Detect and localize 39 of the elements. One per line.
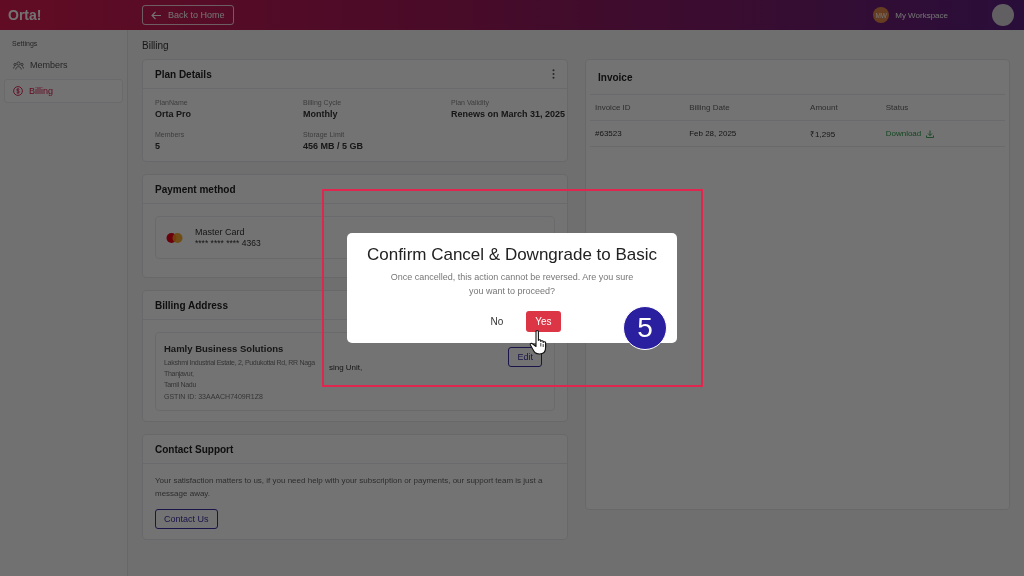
field-value: 456 MB / 5 GB [303,141,365,151]
card-number: **** **** **** 4363 [195,238,261,248]
workspace-name[interactable]: My Workspace [895,10,948,20]
field-value: Monthly [303,109,339,119]
back-to-home-button[interactable]: Back to Home [142,5,234,25]
column-header: Status [880,94,1005,121]
table-cell: #63523 [590,120,685,147]
table-cell: Feb 28, 2025 [684,120,806,147]
confirm-button[interactable]: Yes [526,311,561,332]
contact-us-button[interactable]: Contact Us [155,509,218,529]
card-title: Billing Address [155,299,228,311]
download-link[interactable]: Download [885,129,935,138]
card-name: Master Card [195,227,246,237]
page-title: Billing [142,40,169,51]
dialog-message: Once cancelled, this action cannot be reversed. Are you sure you want to proceed? [389,271,635,298]
table-cell: ₹1,295 [805,120,881,147]
app-logo[interactable]: Orta! [8,7,142,23]
field-value: 5 [155,141,161,151]
cancel-button[interactable]: No [481,311,513,332]
more-options-icon[interactable] [552,69,555,79]
card-title: Invoice [598,71,633,83]
dollar-circle-icon [13,86,23,96]
profile-avatar[interactable] [992,4,1014,26]
people-icon [13,60,24,70]
sidebar-item[interactable]: Billing [4,79,123,103]
company-name: Hamly Business Solutions [164,343,285,354]
dialog-title: Confirm Cancel & Downgrade to Basic [365,245,659,265]
card-title: Plan Details [155,68,212,80]
sidebar-item[interactable]: Members [4,53,123,77]
card-title: Contact Support [155,443,234,455]
card-title: Payment method [155,183,236,195]
edit-button[interactable]: Edit [508,347,542,367]
field-value: Renews on March 31, 2025 [451,109,566,119]
mastercard-logo-icon [166,232,183,243]
download-icon [926,129,935,138]
field-value: Orta Pro [155,109,192,119]
address-text: sing Unit, [328,363,363,372]
arrow-left-icon [151,10,162,20]
column-header: Amount [805,94,881,121]
